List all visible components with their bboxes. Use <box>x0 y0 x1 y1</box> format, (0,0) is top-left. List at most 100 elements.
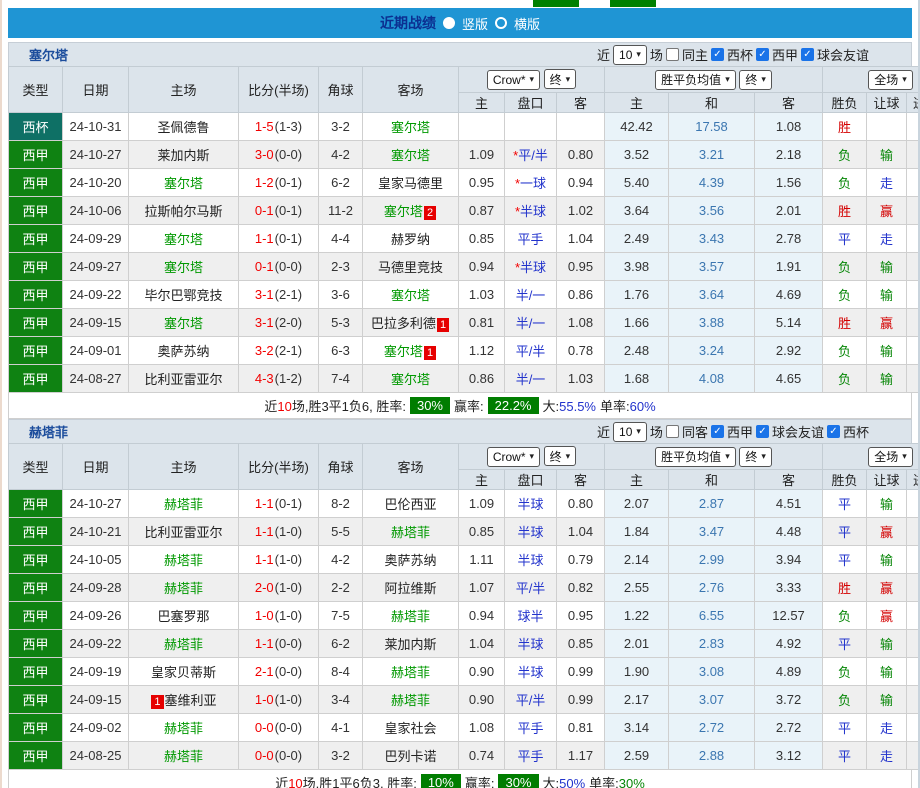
mean-away-odds: 2.01 <box>755 197 823 225</box>
corner-score: 4-4 <box>319 225 363 253</box>
result-wdl: 负 <box>823 141 867 169</box>
match-date: 24-09-29 <box>63 225 129 253</box>
horizontal-layout-radio[interactable] <box>495 17 507 29</box>
horizontal-layout-label[interactable]: 横版 <box>514 14 540 33</box>
subcol-mean-away: 客 <box>755 93 823 113</box>
corner-score: 3-4 <box>319 686 363 714</box>
dropdown-arrow-icon: ▾ <box>529 451 534 462</box>
subcol-mean-home: 主 <box>605 470 669 490</box>
mean-draw-odds: 3.43 <box>669 225 755 253</box>
league-checkbox[interactable] <box>756 425 769 438</box>
corner-score: 4-2 <box>319 546 363 574</box>
corner-score: 6-2 <box>319 169 363 197</box>
league-type-badge: 西甲 <box>9 141 63 169</box>
mean-away-odds: 1.56 <box>755 169 823 197</box>
odds-final-select[interactable]: 终▾ <box>544 69 577 89</box>
vertical-layout-label[interactable]: 竖版 <box>462 14 488 33</box>
mean-home-odds: 2.59 <box>605 742 669 770</box>
mean-away-odds: 4.89 <box>755 658 823 686</box>
corner-score: 4-1 <box>319 714 363 742</box>
league-checkbox[interactable] <box>756 48 769 61</box>
subcol-handicap-result: 让球 <box>867 470 907 490</box>
handicap-away-odds: 0.82 <box>557 574 605 602</box>
league-checkbox[interactable] <box>711 48 724 61</box>
handicap-away-odds: 1.04 <box>557 225 605 253</box>
result-goals: 小 <box>907 518 920 546</box>
away-team: 奥萨苏纳 <box>363 546 459 574</box>
table-row: 西甲 24-10-06 拉斯帕尔马斯 0-1(0-1) 11-2 塞尔塔2 0.… <box>9 197 920 225</box>
mean-draw-odds: 2.76 <box>669 574 755 602</box>
subcol-mean-away: 客 <box>755 470 823 490</box>
home-team: 比利亚雷亚尔 <box>129 365 239 393</box>
subcol-mean-draw: 和 <box>669 93 755 113</box>
away-team: 塞尔塔 <box>363 365 459 393</box>
result-goals: 大 <box>907 658 920 686</box>
away-team: 巴拉多利德1 <box>363 309 459 337</box>
mean-draw-odds: 2.99 <box>669 546 755 574</box>
filter-bar: 近 10▾ 场 同主 西杯 西甲 球会友谊 <box>597 45 869 65</box>
mean-final-select[interactable]: 终▾ <box>739 447 772 467</box>
odds-final-select[interactable]: 终▾ <box>544 446 577 466</box>
odds-source-select[interactable]: Crow*▾ <box>487 447 540 467</box>
col-home: 主场 <box>129 67 239 113</box>
same-venue-checkbox[interactable] <box>666 425 679 438</box>
mean-draw-odds: 2.88 <box>669 742 755 770</box>
table-row: 西甲 24-09-22 毕尔巴鄂竞技 3-1(2-1) 3-6 塞尔塔 1.03… <box>9 281 920 309</box>
score: 1-5(1-3) <box>239 113 319 141</box>
mean-draw-odds: 2.87 <box>669 490 755 518</box>
mean-home-odds: 1.68 <box>605 365 669 393</box>
corner-score: 2-3 <box>319 253 363 281</box>
handicap-line: *一球 <box>505 169 557 197</box>
cut-green-badge <box>610 0 656 7</box>
league-checkbox[interactable] <box>827 425 840 438</box>
away-team: 塞尔塔2 <box>363 197 459 225</box>
odds-source-select[interactable]: Crow*▾ <box>487 70 540 90</box>
result-goals: 小 <box>907 686 920 714</box>
handicap-away-odds <box>557 113 605 141</box>
result-handicap: 输 <box>867 281 907 309</box>
away-team: 莱加内斯 <box>363 630 459 658</box>
red-card-badge: 1 <box>151 695 163 709</box>
table-row: 西甲 24-09-26 巴塞罗那 1-0(1-0) 7-5 赫塔菲 0.94 球… <box>9 602 920 630</box>
mean-source-select[interactable]: 胜平负均值▾ <box>655 447 736 467</box>
match-count-select[interactable]: 10▾ <box>613 422 647 442</box>
league-checkbox[interactable] <box>801 48 814 61</box>
home-team: 塞尔塔 <box>129 253 239 281</box>
league-type-badge: 西甲 <box>9 490 63 518</box>
league-type-badge: 西甲 <box>9 518 63 546</box>
home-team: 赫塔菲 <box>129 574 239 602</box>
dropdown-arrow-icon: ▾ <box>725 74 730 85</box>
score: 3-1(2-1) <box>239 281 319 309</box>
match-date: 24-09-22 <box>63 630 129 658</box>
same-venue-checkbox[interactable] <box>666 48 679 61</box>
col-date: 日期 <box>63 444 129 490</box>
league-type-badge: 西甲 <box>9 337 63 365</box>
away-team: 塞尔塔 <box>363 141 459 169</box>
mean-final-select[interactable]: 终▾ <box>739 70 772 90</box>
mean-away-odds: 4.48 <box>755 518 823 546</box>
scope-select[interactable]: 全场▾ <box>868 447 913 467</box>
result-wdl: 平 <box>823 714 867 742</box>
handicap-home-odds: 0.87 <box>459 197 505 225</box>
filter-bar: 近 10▾ 场 同客 西甲 球会友谊 西杯 <box>597 422 869 442</box>
over-rate-value: 55.5% <box>559 399 596 414</box>
scope-select[interactable]: 全场▾ <box>868 70 913 90</box>
home-team: 塞尔塔 <box>129 169 239 197</box>
mean-source-select[interactable]: 胜平负均值▾ <box>655 70 736 90</box>
dropdown-arrow-icon: ▾ <box>761 74 766 85</box>
result-wdl: 负 <box>823 686 867 714</box>
handicap-home-odds: 1.09 <box>459 141 505 169</box>
mean-draw-odds: 4.08 <box>669 365 755 393</box>
home-team: 比利亚雷亚尔 <box>129 518 239 546</box>
handicap-line: 半/一 <box>505 365 557 393</box>
score: 3-1(2-0) <box>239 309 319 337</box>
handicap-rate-badge: 30% <box>498 774 538 788</box>
subcol-mean-draw: 和 <box>669 470 755 490</box>
league-checkbox[interactable] <box>711 425 724 438</box>
result-goals: 大 <box>907 490 920 518</box>
cut-green-badge <box>533 0 579 7</box>
league-type-badge: 西甲 <box>9 197 63 225</box>
handicap-away-odds: 0.95 <box>557 253 605 281</box>
match-count-select[interactable]: 10▾ <box>613 45 647 65</box>
vertical-layout-radio[interactable] <box>443 17 455 29</box>
